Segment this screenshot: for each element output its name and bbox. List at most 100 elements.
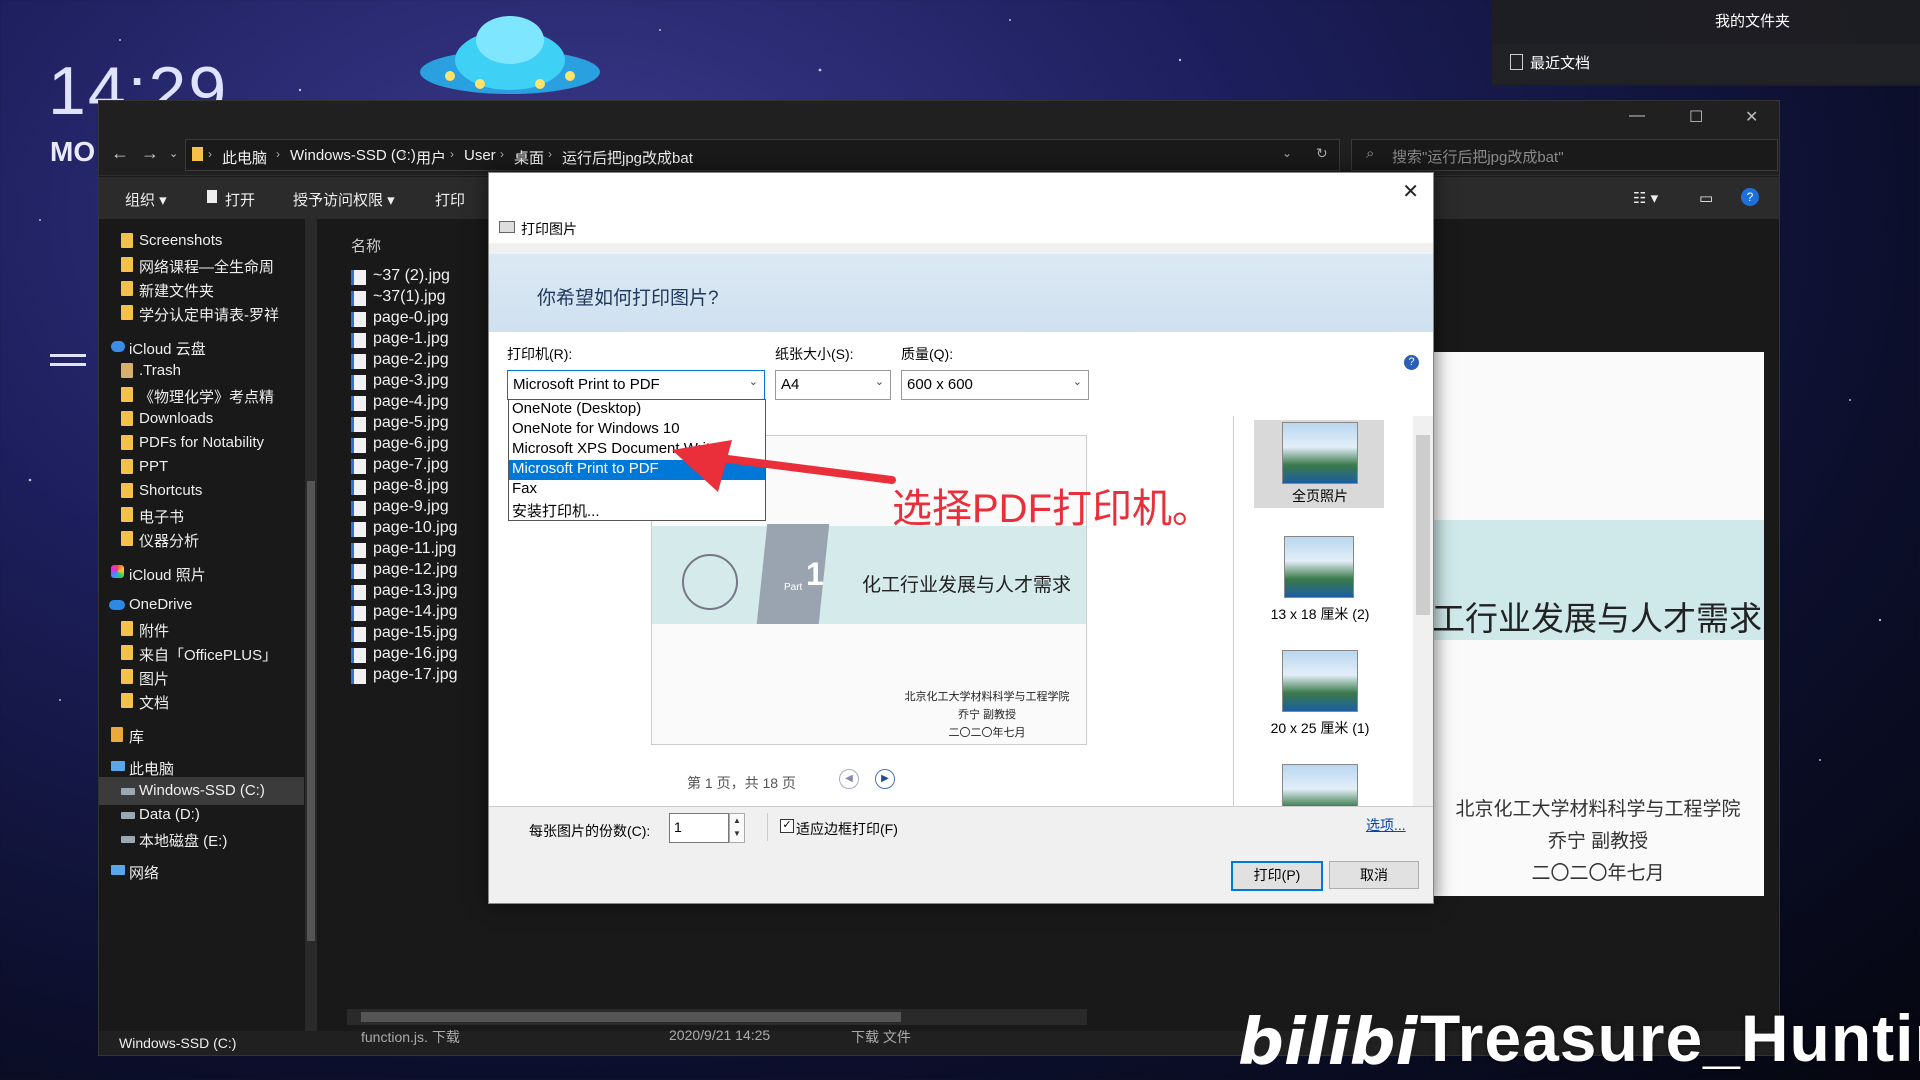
image-file-icon (351, 396, 366, 411)
refresh-icon[interactable]: ↻ (1316, 145, 1328, 162)
file-list-scrollbar-thumb[interactable] (361, 1012, 901, 1022)
image-file-icon (351, 543, 366, 558)
organize-menu[interactable]: 组织 ▾ (125, 189, 167, 210)
copies-input[interactable]: 1 (669, 813, 729, 843)
preview-pane-icon[interactable]: ▭ (1699, 189, 1713, 207)
address-box[interactable]: › 此电脑 › Windows-SSD (C:) › 用户 › User › 桌… (185, 139, 1340, 171)
folder-icon (121, 645, 133, 660)
help-icon[interactable]: ? (1741, 188, 1759, 206)
options-link[interactable]: 选项... (1366, 815, 1406, 835)
photos-icon (111, 565, 124, 578)
tray-recent-label[interactable]: 最近文档 (1530, 52, 1590, 73)
network-icon (111, 865, 125, 875)
red-annotation-arrow-icon (672, 440, 896, 492)
printer-select[interactable]: Microsoft Print to PDF ⌄ (507, 370, 765, 400)
image-file-icon (351, 438, 366, 453)
breadcrumb-item[interactable]: 此电脑 (222, 147, 267, 168)
dialog-titlebar (489, 173, 1433, 243)
layout-20x25[interactable]: 20 x 25 厘米 (1) (1254, 650, 1384, 742)
page-indicator: 第 1 页，共 18 页 (687, 775, 796, 791)
nav-item-network[interactable]: 网络 (99, 857, 304, 885)
divider (767, 813, 768, 841)
folder-icon (121, 693, 133, 708)
annotation-text: 选择PDF打印机。 (892, 487, 1212, 531)
image-file-icon (351, 480, 366, 495)
copies-stepper[interactable]: ▲ ▼ (729, 813, 745, 843)
image-file-icon (351, 375, 366, 390)
nav-item[interactable]: 仪器分析 (99, 525, 304, 553)
nav-item-libraries[interactable]: 库 (99, 721, 304, 749)
landscape-thumbnail-icon (1282, 650, 1358, 712)
dialog-close-button[interactable]: ✕ (1402, 179, 1419, 204)
tray-my-folder[interactable]: 我的文件夹 (1715, 10, 1790, 31)
nav-item[interactable]: 文档 (99, 687, 304, 715)
folder-icon (121, 459, 133, 474)
print-button[interactable]: 打印(P) (1231, 861, 1323, 891)
minimize-button[interactable]: — (1629, 107, 1645, 125)
search-input[interactable]: ⌕ 搜索"运行后把jpg改成bat" (1351, 139, 1778, 171)
forward-arrow-icon[interactable]: → (141, 143, 159, 164)
navigation-scrollbar-thumb[interactable] (307, 481, 315, 941)
close-button[interactable]: ✕ (1745, 107, 1758, 127)
breadcrumb-item[interactable]: 桌面 (514, 147, 544, 168)
slide-part-text: Part (784, 582, 803, 593)
address-dropdown-chevron-icon[interactable]: ⌄ (1282, 146, 1292, 160)
navigation-pane: Screenshots 网络课程—全生命周 新建文件夹 学分认定申请表-罗祥 i… (99, 219, 319, 1031)
document-icon (207, 190, 217, 203)
lockscreen-day: MO (50, 136, 96, 167)
organize-label: 组织 (125, 192, 156, 209)
printer-icon (499, 221, 515, 233)
image-file-icon (351, 669, 366, 684)
folder-icon (121, 257, 133, 272)
drive-icon (121, 812, 135, 819)
nav-item-icloud-photos[interactable]: iCloud 照片 (99, 559, 304, 587)
layout-full-page[interactable]: 全页照片 (1254, 416, 1384, 508)
watermark-name: Treasure_Hunting (1420, 1001, 1920, 1075)
printer-option[interactable]: OneNote for Windows 10 (509, 420, 765, 440)
printer-option[interactable]: OneNote (Desktop) (509, 400, 765, 420)
nav-item[interactable]: 学分认定申请表-罗祥 (99, 299, 304, 327)
image-file-icon (351, 564, 366, 579)
quality-select[interactable]: 600 x 600 ⌄ (901, 370, 1089, 400)
quick-access-tray: 我的文件夹 最近文档 (1492, 0, 1920, 86)
layout-list: 全页照片 13 x 18 厘米 (2) 20 x 25 厘米 (1) (1233, 416, 1384, 806)
column-header-name[interactable]: 名称 (351, 235, 381, 256)
partial-file-name[interactable]: function.js. 下载 (361, 1027, 460, 1047)
layout-scrollbar-thumb[interactable] (1416, 435, 1430, 615)
back-arrow-icon[interactable]: ← (111, 143, 129, 164)
search-placeholder: 搜索"运行后把jpg改成bat" (1392, 149, 1564, 166)
fit-to-frame-checkbox[interactable]: ✓ (780, 819, 794, 833)
grant-access-menu[interactable]: 授予访问权限 ▾ (293, 189, 395, 210)
image-file-icon (351, 627, 366, 642)
image-file-icon (351, 354, 366, 369)
partial-file-type: 下载 文件 (851, 1029, 911, 1045)
landscape-thumbnail-icon (1284, 536, 1354, 598)
paper-size-select[interactable]: A4 ⌄ (775, 370, 891, 400)
folder-icon (121, 483, 133, 498)
folder-icon (121, 621, 133, 636)
breadcrumb-item[interactable]: 运行后把jpg改成bat (562, 147, 693, 168)
slide-part-number: 1 (806, 556, 824, 592)
breadcrumb-item[interactable]: 用户 (416, 147, 446, 168)
nav-item-drive-e[interactable]: 本地磁盘 (E:) (99, 825, 304, 853)
slide-line: 二〇二〇年七月 (948, 727, 1026, 739)
dialog-title: 打印图片 (521, 221, 577, 237)
layout-13x18[interactable]: 13 x 18 厘米 (2) (1254, 536, 1384, 628)
computer-icon (111, 761, 125, 771)
bottom-drive-label[interactable]: Windows-SSD (C:) (119, 1035, 236, 1051)
open-button[interactable]: 打开 (207, 189, 255, 210)
print-button[interactable]: 打印 (435, 189, 465, 210)
fit-to-frame-label[interactable]: 适应边框打印(F) (796, 819, 898, 839)
cancel-button[interactable]: 取消 (1329, 861, 1419, 889)
next-page-icon[interactable]: ▶ (875, 769, 895, 789)
help-icon[interactable]: ? (1404, 355, 1419, 370)
breadcrumb-item[interactable]: Windows-SSD (C:) (290, 147, 416, 164)
recent-locations-chevron-icon[interactable]: ⌄ (169, 147, 178, 160)
maximize-button[interactable]: ☐ (1689, 107, 1703, 127)
drive-icon (121, 836, 135, 843)
hamburger-menu-icon[interactable] (50, 354, 86, 368)
breadcrumb-item[interactable]: User (464, 147, 496, 164)
view-options-icon[interactable]: ☷ ▾ (1633, 189, 1658, 207)
previous-page-icon[interactable]: ◀ (839, 769, 859, 789)
layout-next[interactable] (1254, 764, 1384, 806)
